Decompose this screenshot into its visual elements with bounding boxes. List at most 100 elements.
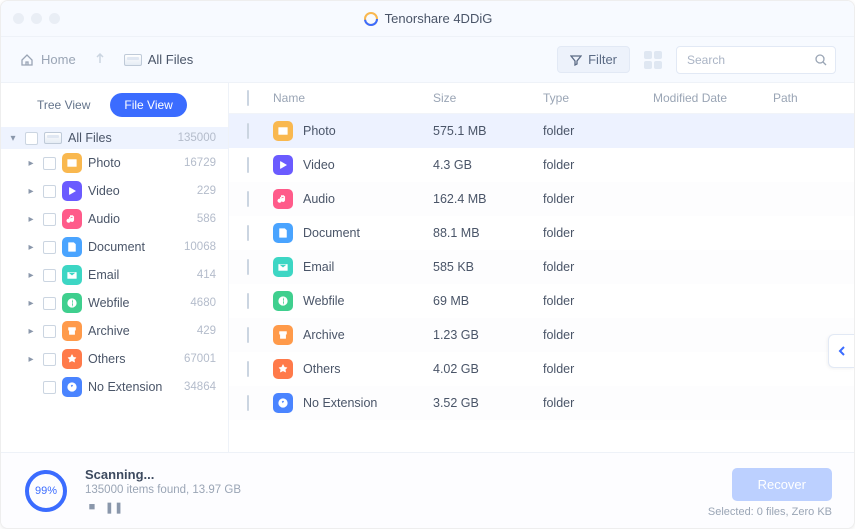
header-path[interactable]: Path (773, 91, 836, 105)
tab-file-view[interactable]: File View (110, 93, 186, 117)
checkbox[interactable] (247, 327, 249, 343)
table-row[interactable]: Video4.3 GBfolder (229, 148, 854, 182)
tab-tree-view[interactable]: Tree View (23, 93, 104, 117)
checkbox[interactable] (43, 297, 56, 310)
table-row[interactable]: Others 4.02 GBfolder (229, 352, 854, 386)
header-modified[interactable]: Modified Date (653, 91, 773, 105)
preview-toggle[interactable] (828, 334, 854, 368)
checkbox[interactable] (43, 325, 56, 338)
file-name: Others (303, 362, 341, 376)
table-header: Name Size Type Modified Date Path (229, 83, 854, 114)
recover-button[interactable]: Recover (732, 468, 832, 501)
file-type: folder (543, 362, 653, 376)
sidebar: Tree View File View ▾ All Files 135000 ▸… (1, 83, 229, 452)
header-size[interactable]: Size (433, 91, 543, 105)
search-field[interactable] (676, 46, 836, 74)
scan-summary: 135000 items found, 13.97 GB (85, 484, 241, 496)
checkbox[interactable] (25, 132, 38, 145)
star-icon (62, 349, 82, 369)
checkbox[interactable] (247, 225, 249, 241)
grid-view-button[interactable] (644, 51, 662, 69)
up-button[interactable] (90, 51, 110, 68)
tree-item[interactable]: ▸Archive429 (1, 317, 228, 345)
table-row[interactable]: No Extension3.52 GBfolder (229, 386, 854, 420)
mail-icon (62, 265, 82, 285)
web-icon (273, 291, 293, 311)
tree-item-noext[interactable]: No Extension 34864 (1, 373, 228, 401)
tree-item[interactable]: ▸Document10068 (1, 233, 228, 261)
stop-button[interactable]: ■ (85, 500, 99, 514)
checkbox[interactable] (43, 269, 56, 282)
file-type: folder (543, 396, 653, 410)
header-type[interactable]: Type (543, 91, 653, 105)
file-type: folder (543, 226, 653, 240)
titlebar: Tenorshare 4DDiG (1, 1, 854, 37)
caret-icon[interactable]: ▸ (25, 186, 37, 197)
progress-ring: 99% (23, 468, 69, 514)
chevron-left-icon (837, 345, 847, 357)
file-size: 69 MB (433, 294, 543, 308)
archive-icon (273, 325, 293, 345)
toolbar: Home All Files Filter (1, 37, 854, 83)
tree-item[interactable]: ▸Photo16729 (1, 149, 228, 177)
pause-button[interactable]: ❚❚ (107, 500, 121, 514)
file-type: folder (543, 294, 653, 308)
file-name: Archive (303, 328, 345, 342)
file-name: Audio (303, 192, 335, 206)
checkbox[interactable] (43, 213, 56, 226)
table-row[interactable]: Webfile69 MBfolder (229, 284, 854, 318)
file-type: folder (543, 328, 653, 342)
checkbox[interactable] (247, 191, 249, 207)
tree-item[interactable]: ▸Others67001 (1, 345, 228, 373)
caret-icon[interactable]: ▸ (25, 242, 37, 253)
home-button[interactable]: Home (19, 52, 76, 68)
caret-icon[interactable]: ▸ (25, 326, 37, 337)
caret-icon[interactable]: ▸ (25, 214, 37, 225)
checkbox[interactable] (247, 157, 249, 173)
checkbox[interactable] (247, 259, 249, 275)
up-arrow-icon (94, 51, 106, 65)
checkbox[interactable] (43, 381, 56, 394)
window-controls[interactable] (13, 13, 60, 24)
checkbox[interactable] (247, 293, 249, 309)
caret-icon[interactable]: ▸ (25, 270, 37, 281)
header-name[interactable]: Name (273, 91, 433, 105)
table-row[interactable]: Photo575.1 MBfolder (229, 114, 854, 148)
tree-item[interactable]: ▸Email414 (1, 261, 228, 289)
file-size: 4.02 GB (433, 362, 543, 376)
file-type: folder (543, 260, 653, 274)
caret-icon[interactable]: ▸ (25, 354, 37, 365)
checkbox[interactable] (247, 123, 249, 139)
table-row[interactable]: Email585 KBfolder (229, 250, 854, 284)
play-icon (273, 155, 293, 175)
web-icon (62, 293, 82, 313)
checkbox-all[interactable] (247, 90, 249, 106)
breadcrumb[interactable]: All Files (124, 52, 194, 67)
checkbox[interactable] (43, 157, 56, 170)
caret-icon[interactable]: ▸ (25, 158, 37, 169)
search-input[interactable] (676, 46, 836, 74)
question-icon (62, 377, 82, 397)
app-logo-icon (363, 11, 379, 27)
checkbox[interactable] (247, 395, 249, 411)
checkbox[interactable] (43, 185, 56, 198)
archive-icon (62, 321, 82, 341)
doc-icon (273, 223, 293, 243)
music-icon (273, 189, 293, 209)
tree-item[interactable]: ▸Audio586 (1, 205, 228, 233)
table-row[interactable]: Document88.1 MBfolder (229, 216, 854, 250)
table-row[interactable]: Archive1.23 GBfolder (229, 318, 854, 352)
tree-item[interactable]: ▸Webfile4680 (1, 289, 228, 317)
table-row[interactable]: Audio162.4 MBfolder (229, 182, 854, 216)
tree-root[interactable]: ▾ All Files 135000 (1, 127, 228, 149)
caret-icon[interactable]: ▾ (7, 133, 19, 144)
file-type: folder (543, 158, 653, 172)
checkbox[interactable] (247, 361, 249, 377)
filter-button[interactable]: Filter (557, 46, 630, 73)
star-icon (273, 359, 293, 379)
checkbox[interactable] (43, 353, 56, 366)
file-size: 4.3 GB (433, 158, 543, 172)
tree-item[interactable]: ▸Video229 (1, 177, 228, 205)
checkbox[interactable] (43, 241, 56, 254)
caret-icon[interactable]: ▸ (25, 298, 37, 309)
